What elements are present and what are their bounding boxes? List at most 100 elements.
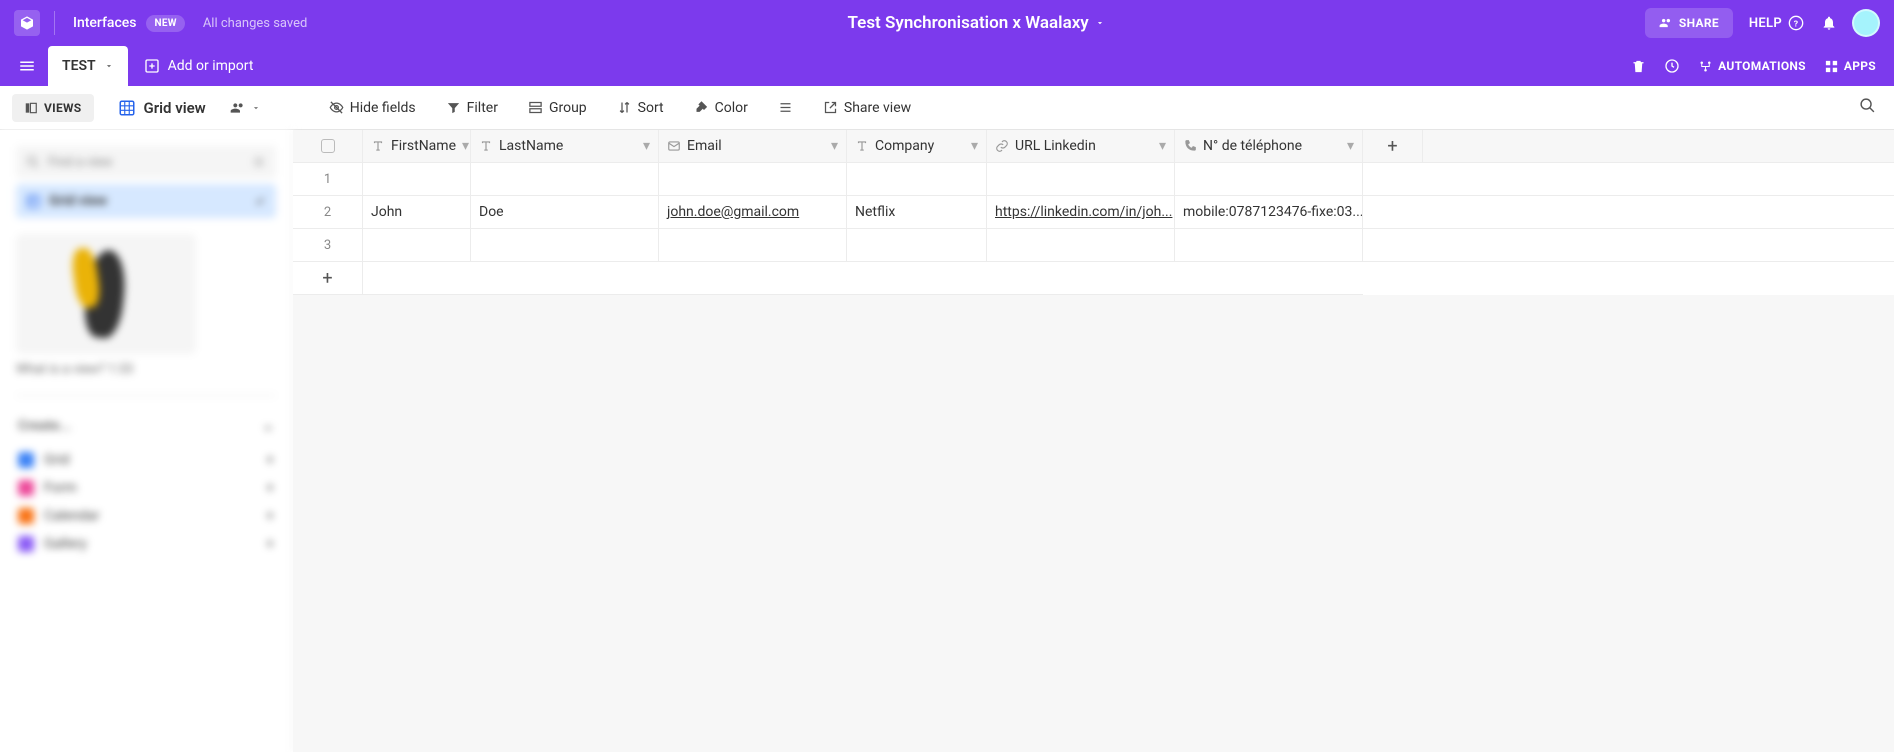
create-calendar[interactable]: Calendar+ [10, 502, 282, 530]
create-section-header[interactable]: Create... ⌄ [10, 414, 282, 438]
user-avatar[interactable] [1852, 9, 1880, 37]
share-view-button[interactable]: Share view [813, 94, 921, 122]
phone-type-icon [1183, 139, 1197, 153]
cell[interactable] [471, 163, 659, 195]
cell[interactable]: John [363, 196, 471, 228]
filter-button[interactable]: Filter [436, 94, 508, 122]
cell[interactable] [659, 229, 847, 261]
sidebar-icon [24, 101, 38, 115]
group-button[interactable]: Group [518, 94, 597, 122]
row-number[interactable]: 1 [293, 163, 363, 195]
gallery-swatch [18, 536, 34, 552]
table-row[interactable]: 3 [293, 229, 1894, 262]
automations-button[interactable]: AUTOMATIONS [1698, 59, 1806, 74]
table-row[interactable]: 1 [293, 163, 1894, 196]
bell-icon [1821, 15, 1837, 31]
chevron-down-icon[interactable]: ▾ [462, 138, 469, 154]
column-header[interactable]: LastName▾ [471, 130, 659, 162]
form-swatch [18, 480, 34, 496]
cell[interactable] [847, 163, 987, 195]
eye-off-icon [329, 100, 344, 115]
create-form[interactable]: Form+ [10, 474, 282, 502]
cube-icon [19, 15, 35, 31]
create-item-label: Grid [44, 452, 70, 468]
column-header[interactable]: FirstName▾ [363, 130, 471, 162]
row-number[interactable]: 3 [293, 229, 363, 261]
paint-icon [694, 100, 709, 115]
column-header[interactable]: Company▾ [847, 130, 987, 162]
select-all-cell[interactable] [293, 130, 363, 162]
cell[interactable] [987, 163, 1175, 195]
help-button[interactable]: HELP ? [1749, 15, 1804, 31]
column-header[interactable]: URL Linkedin▾ [987, 130, 1175, 162]
sort-button[interactable]: Sort [607, 94, 674, 122]
sidebar-view-label: Grid view [49, 193, 246, 209]
plus-icon: + [322, 268, 332, 289]
create-gallery[interactable]: Gallery+ [10, 530, 282, 558]
app-logo[interactable] [14, 10, 40, 36]
cell[interactable] [847, 229, 987, 261]
tables-menu-button[interactable] [8, 46, 46, 86]
url-link[interactable]: https://linkedin.com/in/joh... [995, 204, 1172, 220]
text-type-icon [479, 139, 493, 153]
hide-fields-button[interactable]: Hide fields [319, 94, 426, 122]
add-column-button[interactable]: + [1363, 130, 1423, 162]
view-name: Grid view [144, 99, 206, 117]
interfaces-link[interactable]: Interfaces [73, 15, 136, 31]
cell[interactable]: Netflix [847, 196, 987, 228]
history-button[interactable] [1664, 58, 1680, 74]
chevron-down-icon[interactable]: ▾ [831, 138, 838, 154]
chevron-down-icon [1095, 18, 1105, 28]
cell[interactable]: Doe [471, 196, 659, 228]
plus-icon: + [266, 480, 274, 496]
view-selector[interactable]: Grid view [108, 93, 216, 123]
share-view-label: Share view [844, 100, 911, 116]
views-toggle[interactable]: VIEWS [12, 94, 94, 122]
cell[interactable] [1175, 229, 1363, 261]
sidebar-promo-card[interactable]: What is a view? 1:33 [16, 234, 276, 377]
chevron-down-icon[interactable]: ▾ [643, 138, 650, 154]
row-number[interactable]: 2 [293, 196, 363, 228]
chevron-down-icon [104, 61, 114, 71]
chevron-down-icon[interactable]: ▾ [1159, 138, 1166, 154]
table-row[interactable]: 2 John Doe john.doe@gmail.com Netflix ht… [293, 196, 1894, 229]
cell-email[interactable]: john.doe@gmail.com [659, 196, 847, 228]
share-icon [823, 100, 838, 115]
cell[interactable] [363, 229, 471, 261]
chevron-down-icon[interactable]: ▾ [971, 138, 978, 154]
cell[interactable] [471, 229, 659, 261]
notifications-button[interactable] [1820, 14, 1838, 32]
add-table-button[interactable]: Add or import [130, 46, 268, 86]
add-row-button[interactable]: + [293, 262, 363, 295]
share-button[interactable]: SHARE [1645, 8, 1733, 38]
view-collaborators[interactable] [222, 94, 269, 122]
view-search[interactable]: Find a view [16, 146, 276, 178]
column-header[interactable]: Email▾ [659, 130, 847, 162]
help-label: HELP [1749, 16, 1782, 31]
svg-text:?: ? [1794, 19, 1799, 29]
hide-fields-label: Hide fields [350, 100, 416, 116]
color-button[interactable]: Color [684, 94, 758, 122]
plus-square-icon [144, 58, 160, 74]
search-button[interactable] [1853, 91, 1882, 124]
base-title-text: Test Synchronisation x Waalaxy [848, 13, 1089, 33]
column-header[interactable]: N° de téléphone▾ [1175, 130, 1363, 162]
cell[interactable] [987, 229, 1175, 261]
chevron-down-icon[interactable]: ▾ [1347, 138, 1354, 154]
check-icon [254, 195, 266, 207]
apps-button[interactable]: APPS [1824, 59, 1876, 74]
cell[interactable] [363, 163, 471, 195]
add-row-spacer [363, 262, 1363, 295]
cell-url[interactable]: https://linkedin.com/in/joh... [987, 196, 1175, 228]
create-grid[interactable]: Grid+ [10, 446, 282, 474]
cell[interactable] [659, 163, 847, 195]
automations-label: AUTOMATIONS [1718, 59, 1806, 73]
base-title[interactable]: Test Synchronisation x Waalaxy [848, 13, 1105, 33]
row-height-button[interactable] [768, 94, 803, 121]
sidebar-view-active[interactable]: Grid view [16, 184, 276, 218]
cell[interactable]: mobile:0787123476-fixe:03... [1175, 196, 1363, 228]
table-tab-active[interactable]: TEST [48, 46, 128, 86]
trash-button[interactable] [1631, 59, 1646, 74]
cell[interactable] [1175, 163, 1363, 195]
email-link[interactable]: john.doe@gmail.com [667, 204, 799, 220]
